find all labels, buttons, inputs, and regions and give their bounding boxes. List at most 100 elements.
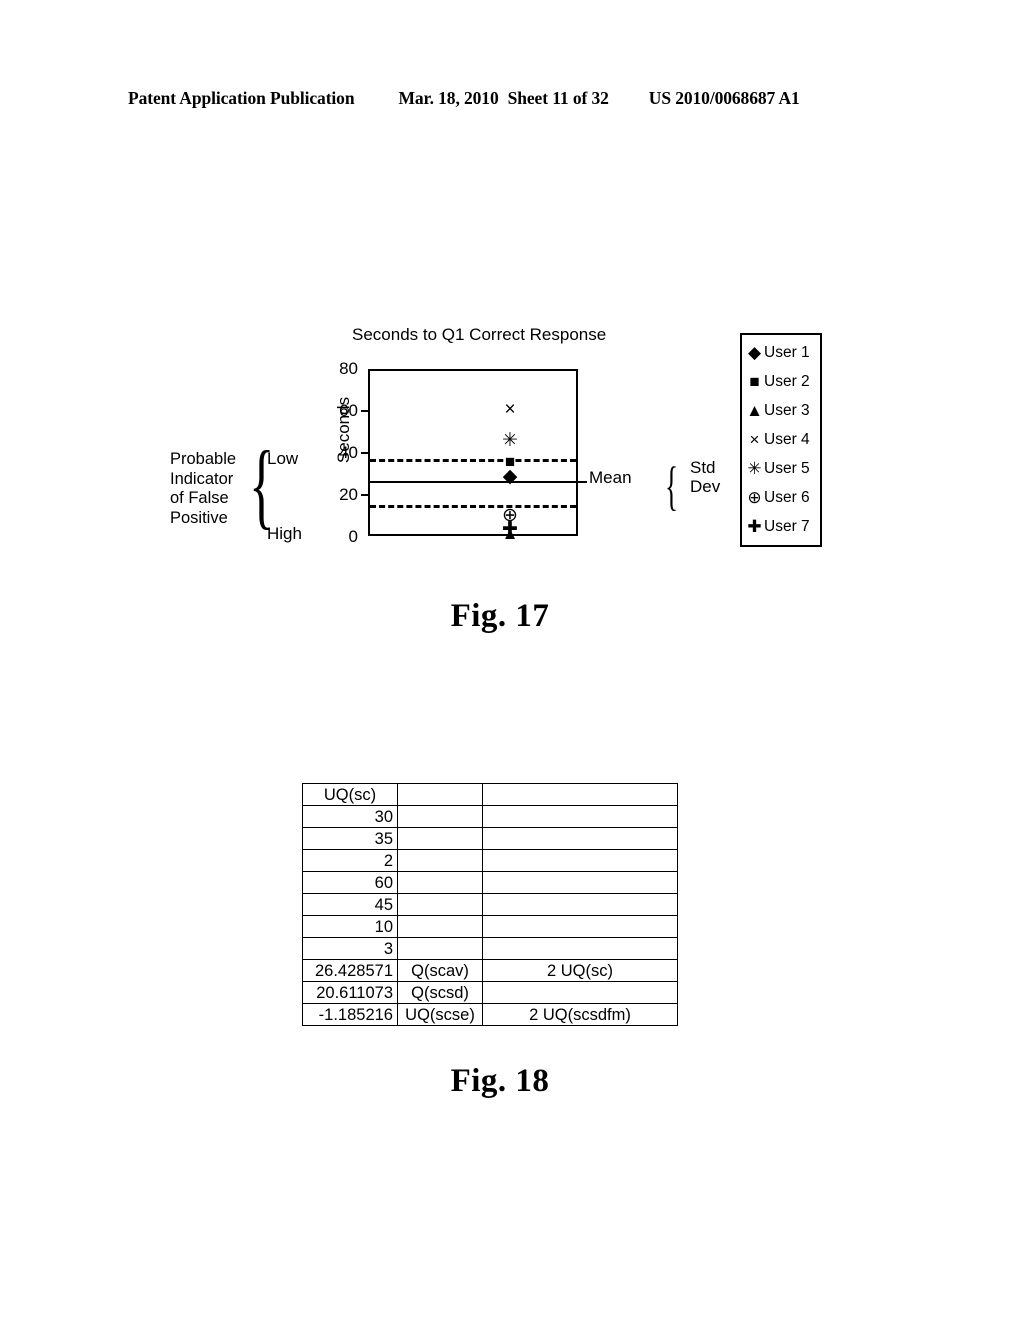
cell-col-c [482, 827, 678, 850]
chart-title: Seconds to Q1 Correct Response [352, 325, 607, 344]
scale-label-low: Low [267, 449, 299, 468]
cell-col-b [397, 783, 483, 806]
std-dev-line-2: Dev [690, 477, 721, 496]
upper-std-dev-line [370, 459, 576, 462]
mean-line [370, 481, 587, 483]
cell-col-c: 2 UQ(sc) [482, 959, 678, 982]
patent-page: Patent Application Publication Mar. 18, … [0, 0, 1024, 1320]
figure-17-caption: Fig. 17 [450, 598, 550, 634]
cell-col-b [397, 893, 483, 916]
cell-col-a: 45 [302, 893, 398, 916]
lower-std-dev-line [370, 505, 576, 508]
legend-item-user-6: ⊕ User 6 [742, 483, 820, 512]
table-row: 60 [302, 871, 678, 894]
cell-col-b [397, 805, 483, 828]
cell-col-c [482, 805, 678, 828]
cell-col-b: Q(scav) [397, 959, 483, 982]
cell-col-b [397, 871, 483, 894]
table-row: -1.185216 UQ(scse) 2 UQ(scsdfm) [302, 1003, 678, 1026]
triangle-marker-icon: ▲ [746, 400, 763, 420]
y-tick-label-60: 60 [339, 401, 358, 420]
figure-17: Seconds to Q1 Correct Response Seconds 8… [0, 0, 1024, 660]
legend-label-user-1: User 1 [764, 343, 810, 361]
legend-item-user-7: ✚ User 7 [742, 512, 820, 541]
table-row: 2 [302, 849, 678, 872]
table-row: 20.611073 Q(scsd) [302, 981, 678, 1004]
cell-col-b [397, 915, 483, 938]
scale-label-high: High [267, 524, 302, 543]
cell-col-a: 20.611073 [302, 981, 398, 1004]
legend-item-user-1: ◆ User 1 [742, 338, 820, 367]
std-dev-label: Std Dev [690, 458, 720, 496]
cell-col-c [482, 937, 678, 960]
probable-indicator-label: Probable Indicator of False Positive [170, 450, 252, 528]
y-tick-label-80: 80 [339, 359, 358, 378]
legend-item-user-3: ▲ User 3 [742, 396, 820, 425]
legend-label-user-5: User 5 [764, 459, 810, 477]
plot-area [368, 369, 578, 536]
cross-x-marker-icon: × [749, 429, 760, 449]
legend-label-user-7: User 7 [764, 517, 810, 535]
cell-col-a: UQ(sc) [302, 783, 398, 806]
table-row: 10 [302, 915, 678, 938]
y-tick-label-0: 0 [348, 527, 358, 546]
cell-col-c [482, 849, 678, 872]
cell-col-a: 3 [302, 937, 398, 960]
cell-col-b [397, 937, 483, 960]
chart-legend: ◆ User 1 ■ User 2 ▲ User 3 × User 4 ✳ Us… [740, 333, 822, 547]
table-row: 3 [302, 937, 678, 960]
std-dev-line-1: Std [690, 458, 716, 477]
cell-col-a: -1.185216 [302, 1003, 398, 1026]
y-tick-mark-20 [361, 494, 368, 496]
cell-col-c [482, 981, 678, 1004]
cell-col-b: UQ(scse) [397, 1003, 483, 1026]
legend-item-user-4: × User 4 [742, 425, 820, 454]
cell-col-a: 2 [302, 849, 398, 872]
probable-indicator-line-4: Positive [170, 508, 228, 527]
circled-plus-marker-icon: ⊕ [747, 487, 762, 507]
y-tick-mark-40 [361, 452, 368, 454]
data-point-user-4: × [504, 399, 516, 420]
std-dev-brace-icon: } [665, 456, 678, 516]
data-point-user-1: ◆ [502, 466, 518, 487]
cell-col-c [482, 915, 678, 938]
legend-label-user-6: User 6 [764, 488, 810, 506]
table-row: 45 [302, 893, 678, 916]
plus-marker-icon: ✚ [747, 516, 762, 536]
data-point-user-3: ▲ [501, 524, 519, 543]
y-tick-mark-60 [361, 410, 368, 412]
diamond-marker-icon: ◆ [747, 342, 762, 362]
probable-indicator-line-3: of False [170, 489, 229, 507]
data-point-user-5: ✳ [502, 430, 518, 451]
cell-col-c [482, 783, 678, 806]
legend-label-user-2: User 2 [764, 372, 810, 390]
mean-label: Mean [589, 468, 632, 487]
table-row: 26.428571 Q(scav) 2 UQ(sc) [302, 959, 678, 982]
figure-18-table: UQ(sc) 30 35 2 60 45 10 3 26.428571 Q(sc… [302, 783, 678, 1026]
square-marker-icon: ■ [749, 371, 760, 391]
y-tick-label-40: 40 [339, 443, 358, 462]
y-tick-label-20: 20 [339, 485, 358, 504]
legend-item-user-5: ✳ User 5 [742, 454, 820, 483]
cell-col-a: 26.428571 [302, 959, 398, 982]
cell-col-a: 30 [302, 805, 398, 828]
cell-col-c: 2 UQ(scsdfm) [482, 1003, 678, 1026]
cell-col-c [482, 871, 678, 894]
table-row: 30 [302, 805, 678, 828]
asterisk-marker-icon: ✳ [747, 458, 762, 478]
cell-col-b [397, 849, 483, 872]
legend-item-user-2: ■ User 2 [742, 367, 820, 396]
cell-col-c [482, 893, 678, 916]
cell-col-b: Q(scsd) [397, 981, 483, 1004]
cell-col-a: 10 [302, 915, 398, 938]
probable-indicator-line-2: Indicator [170, 469, 234, 488]
figure-18-caption: Fig. 18 [450, 1063, 550, 1099]
legend-label-user-3: User 3 [764, 401, 810, 419]
table-row: 35 [302, 827, 678, 850]
legend-label-user-4: User 4 [764, 430, 810, 448]
table-row: UQ(sc) [302, 783, 678, 806]
cell-col-b [397, 827, 483, 850]
cell-col-a: 60 [302, 871, 398, 894]
probable-indicator-line-1: Probable [170, 450, 237, 468]
cell-col-a: 35 [302, 827, 398, 850]
